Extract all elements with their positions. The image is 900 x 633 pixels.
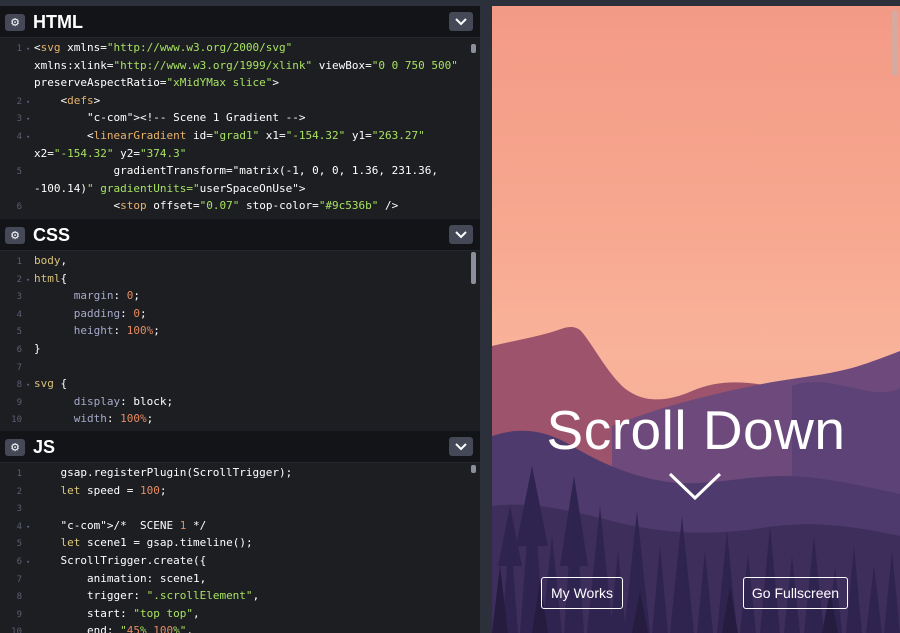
code-text: animation: scene1, [34, 571, 207, 585]
code-text: trigger: ".scrollElement", [34, 589, 260, 603]
html-panel-header: ⚙ HTML [0, 6, 480, 38]
html-code-area[interactable]: 1 ▾ <svg xmlns="http://www.w3.org/2000/svg… [0, 39, 480, 218]
code-line: 2 ▾ html{ [0, 270, 480, 288]
code-text: <stop offset="0.07" stop-color="#9c536b"… [34, 199, 399, 213]
collapse-html-button[interactable] [449, 12, 473, 31]
code-line: 1 body, [0, 252, 480, 270]
code-line: preserveAspectRatio="xMidYMax slice"> [0, 74, 480, 92]
code-text: end: "45% 100%", [34, 624, 193, 633]
js-panel-header: ⚙ JS [0, 431, 480, 463]
gear-icon[interactable]: ⚙ [5, 439, 25, 456]
js-editor-panel: ⚙ JS 1 gsap.registerPlugin(ScrollTrigger… [0, 431, 480, 633]
code-text: padding: 0; [73, 306, 147, 320]
code-line: 2 let speed = 100; [0, 482, 480, 500]
code-text: x2="-154.32" y2="374.3" [34, 146, 187, 160]
code-line: 4 ▾ "c-com">/* SCENE 1 */ [0, 517, 480, 535]
code-text: ScrollTrigger.create({ [34, 553, 207, 567]
chevron-down-icon [668, 472, 722, 501]
top-border [0, 0, 900, 6]
line-number: 6 [16, 202, 22, 213]
code-line: 5 height: 100%; [0, 322, 480, 340]
code-line: 8 trigger: ".scrollElement", [0, 587, 480, 605]
collapse-js-button[interactable] [449, 437, 473, 456]
code-line: 6 ▾ ScrollTrigger.create({ [0, 552, 480, 570]
code-line: 7 [0, 358, 480, 376]
chevron-down-icon [455, 443, 467, 451]
code-text: width: 100%; [73, 412, 154, 426]
editor-column: ⚙ HTML 1 ▾ <svg xmlns="http://www.w3.org/2… [0, 0, 480, 633]
code-text: <defs> [34, 93, 101, 107]
code-text: gradientTransform="matrix(-1, 0, 0, 1.36… [34, 164, 438, 178]
code-text: } [34, 341, 41, 355]
code-text: start: "top top", [34, 606, 200, 620]
code-line: 2 ▾ <defs> [0, 92, 480, 110]
mountain-scene [492, 326, 900, 633]
chevron-down-icon [455, 18, 467, 26]
code-line: 5 gradientTransform="matrix(-1, 0, 0, 1.… [0, 162, 480, 180]
collapse-css-button[interactable] [449, 225, 473, 244]
css-code-area[interactable]: 1 body, 2 ▾ html{3 margin: 0; 4 padding: 0; 5 … [0, 252, 480, 430]
code-line: xmlns:xlink="http://www.w3.org/1999/xlin… [0, 57, 480, 75]
code-line: -100.14)" gradientUnits="userSpaceOnUse"… [0, 180, 480, 198]
line-number: 10 [11, 415, 22, 426]
preview-pane: Scroll Down My Works Go Fullscreen [492, 6, 900, 633]
code-line: 4 padding: 0; [0, 305, 480, 323]
code-line: 7 animation: scene1, [0, 570, 480, 588]
code-text: -100.14)" gradientUnits="userSpaceOnUse"… [34, 181, 306, 195]
html-scrollbar[interactable] [471, 44, 476, 53]
code-line: 8 ▾ svg { [0, 375, 480, 393]
code-line: 3 [0, 499, 480, 517]
code-text: body, [34, 254, 68, 267]
css-panel-header: ⚙ CSS [0, 219, 480, 251]
html-panel-title: HTML [33, 12, 83, 32]
gear-icon[interactable]: ⚙ [5, 14, 25, 31]
scroll-down-title: Scroll Down [546, 399, 846, 461]
code-text: <linearGradient id="grad1" x1="-154.32" … [34, 128, 425, 142]
code-text: svg { [34, 377, 68, 391]
code-text: margin: 0; [73, 289, 140, 303]
code-text: xmlns:xlink="http://www.w3.org/1999/xlin… [34, 58, 458, 72]
code-text: "c-com"><!-- Scene 1 Gradient --> [86, 111, 306, 125]
code-text: let scene1 = gsap.timeline(); [60, 536, 253, 550]
code-line: 10 width: 100%; [0, 410, 480, 428]
code-line: 3 ▾ "c-com"><!-- Scene 1 Gradient --> [0, 109, 480, 127]
code-text: "c-com">/* SCENE 1 */ [60, 518, 207, 532]
html-editor-panel: ⚙ HTML 1 ▾ <svg xmlns="http://www.w3.org/2… [0, 6, 480, 218]
gear-icon[interactable]: ⚙ [5, 227, 25, 244]
code-text: height: 100%; [73, 324, 160, 338]
code-line: 4 ▾ <linearGradient id="grad1" x1="-154.3… [0, 127, 480, 145]
css-panel-title: CSS [33, 225, 71, 245]
css-scrollbar[interactable] [471, 252, 476, 284]
code-line: 9 start: "top top", [0, 605, 480, 623]
code-line: 9 display: block; [0, 393, 480, 411]
my-works-button[interactable]: My Works [541, 577, 623, 609]
js-scrollbar[interactable] [471, 465, 476, 473]
code-line: 5 let scene1 = gsap.timeline(); [0, 534, 480, 552]
code-line: 1 ▾ <svg xmlns="http://www.w3.org/2000/svg… [0, 39, 480, 57]
code-text: display: block; [73, 394, 174, 408]
js-panel-title: JS [33, 437, 56, 457]
code-text: <svg xmlns="http://www.w3.org/2000/svg" [34, 41, 293, 54]
code-line: x2="-154.32" y2="374.3" [0, 145, 480, 163]
go-fullscreen-button[interactable]: Go Fullscreen [743, 577, 848, 609]
code-text: html{ [34, 271, 68, 285]
preview-scrollbar[interactable] [892, 10, 898, 76]
js-code-area[interactable]: 1 gsap.registerPlugin(ScrollTrigger); 2 l… [0, 464, 480, 633]
code-line: 3 margin: 0; [0, 287, 480, 305]
code-line: 10 end: "45% 100%", [0, 622, 480, 633]
resize-handle[interactable] [480, 0, 492, 633]
code-line: 6} [0, 340, 480, 358]
css-editor-panel: ⚙ CSS 1 body, 2 ▾ html{3 margin: 0; 4 padding… [0, 219, 480, 430]
code-text: let speed = 100; [60, 483, 167, 497]
code-text: gsap.registerPlugin(ScrollTrigger); [34, 466, 293, 479]
chevron-down-icon [455, 231, 467, 239]
line-number: 10 [11, 627, 22, 633]
code-text: preserveAspectRatio="xMidYMax slice"> [34, 76, 280, 90]
code-line: 6 <stop offset="0.07" stop-color="#9c536… [0, 197, 480, 215]
code-line: 1 gsap.registerPlugin(ScrollTrigger); [0, 464, 480, 482]
